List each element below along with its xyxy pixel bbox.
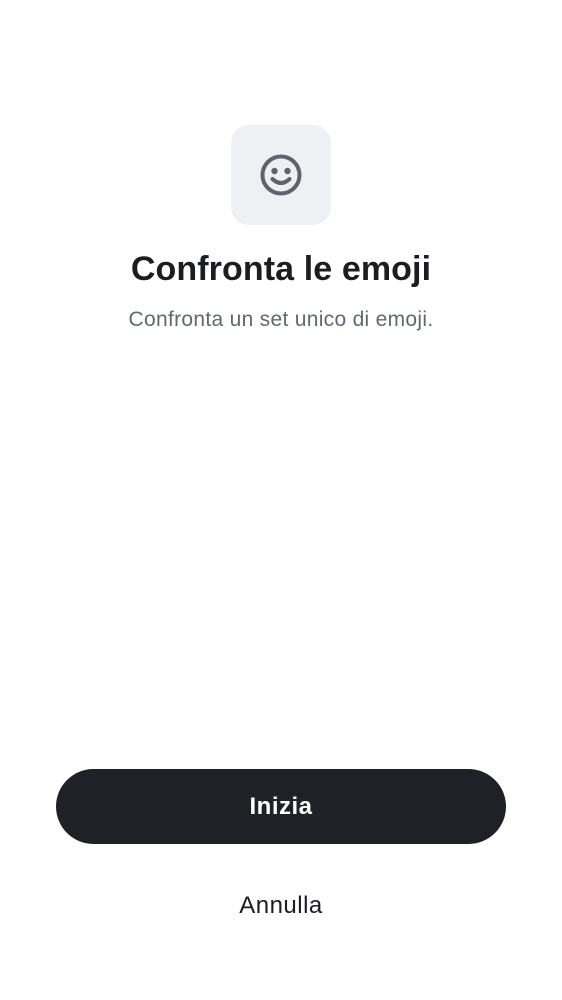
smiley-face-icon [259, 153, 303, 197]
cancel-button[interactable]: Annulla [181, 880, 381, 932]
icon-tile [231, 125, 331, 225]
start-button[interactable]: Inizia [56, 769, 506, 844]
page-subtitle: Confronta un set unico di emoji. [128, 308, 434, 331]
emoji-verification-screen: Confronta le emoji Confronta un set unic… [0, 0, 562, 1000]
page-title: Confronta le emoji [130, 250, 432, 288]
